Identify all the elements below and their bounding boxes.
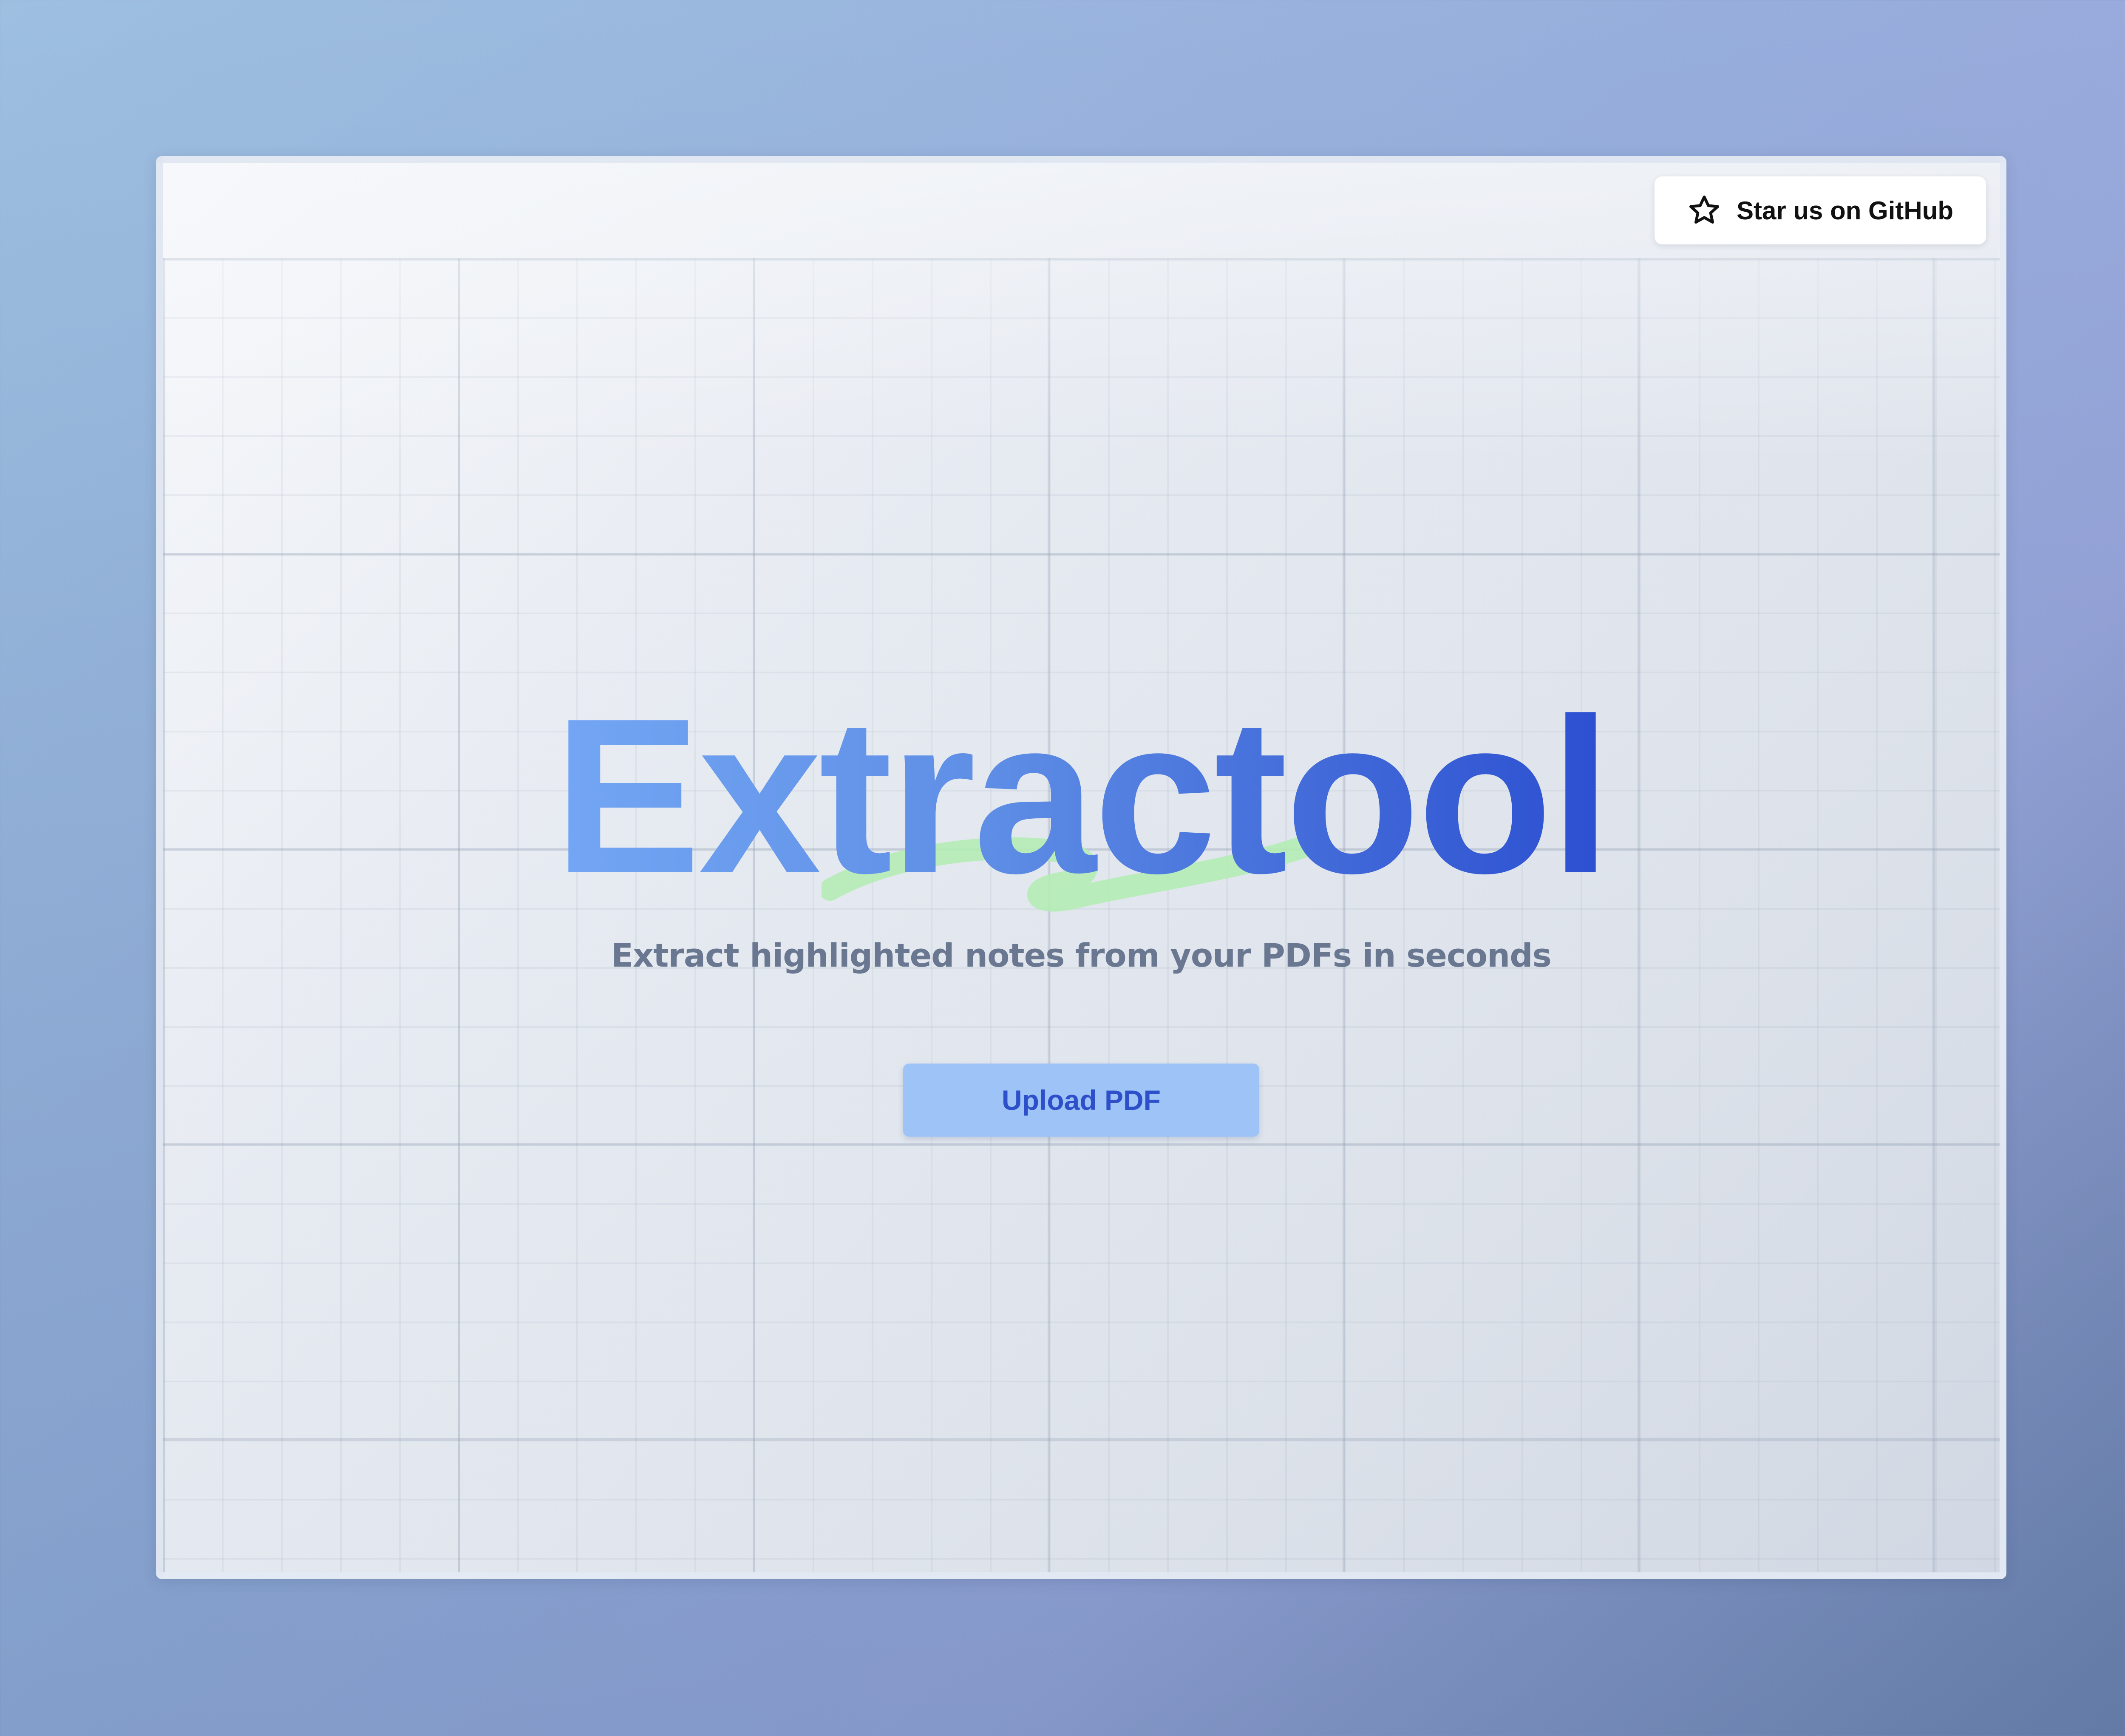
upload-pdf-button[interactable]: Upload PDF [903, 1064, 1259, 1137]
hero-section: Extractool Extract highlighted notes fro… [163, 686, 2000, 1137]
star-icon [1689, 196, 1719, 224]
title-wrapper: Extractool [553, 672, 1612, 919]
star-github-button[interactable]: Star us on GitHub [1655, 176, 1986, 244]
app-window: Star us on GitHub Extractool Extract hig… [156, 156, 2006, 1579]
star-github-label: Star us on GitHub [1737, 196, 1953, 225]
app-title: Extractool [553, 672, 1612, 919]
app-subtitle: Extract highlighted notes from your PDFs… [611, 936, 1552, 974]
